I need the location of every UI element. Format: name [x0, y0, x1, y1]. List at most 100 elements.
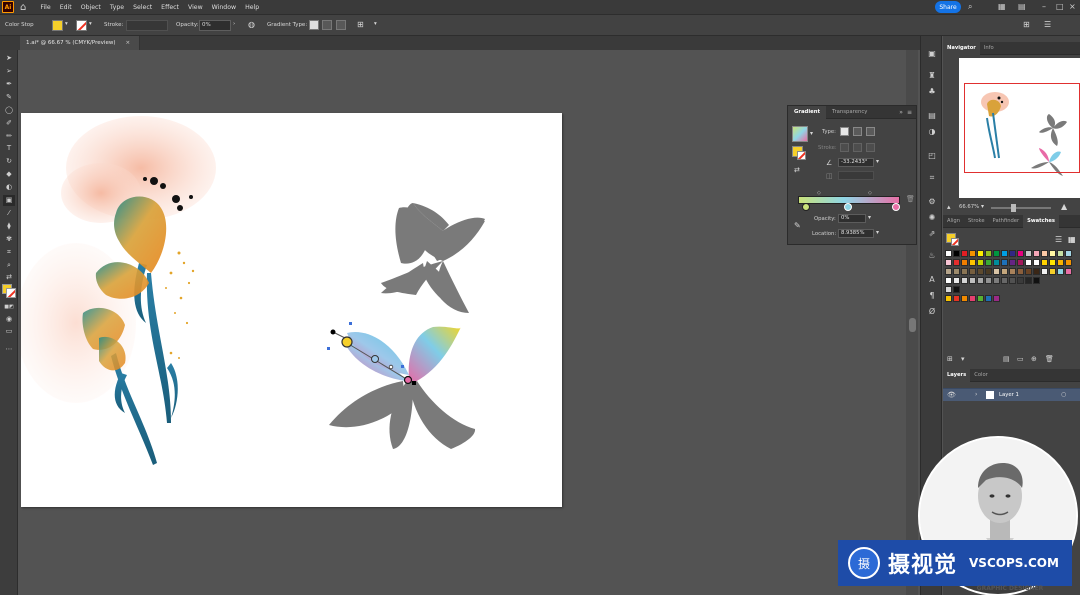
swatch-kinds-icon[interactable]: ▾	[961, 355, 965, 363]
menu-view[interactable]: View	[188, 4, 203, 11]
swatch-chip[interactable]	[993, 259, 1000, 266]
artboard[interactable]	[16, 113, 562, 507]
swatch-chip[interactable]	[977, 295, 984, 302]
layer-name[interactable]: Layer 1	[999, 392, 1019, 398]
navigator-view-rectangle[interactable]	[964, 83, 1080, 173]
visibility-eye-icon[interactable]: 👁	[947, 391, 956, 399]
swatch-chip[interactable]	[945, 286, 952, 293]
character-icon[interactable]: A	[926, 274, 938, 286]
swatch-chip[interactable]	[1001, 259, 1008, 266]
swatch-chip[interactable]	[961, 268, 968, 275]
gradient-stop-1[interactable]	[802, 203, 810, 211]
swatch-chip[interactable]	[1033, 277, 1040, 284]
vertical-scrollbar-thumb[interactable]	[909, 318, 916, 332]
tab-align[interactable]: Align	[943, 215, 964, 228]
swatch-chip[interactable]	[1017, 250, 1024, 257]
swatch-chip[interactable]	[993, 295, 1000, 302]
fill-swatch[interactable]	[52, 20, 63, 31]
gradient-end-handle[interactable]	[412, 381, 416, 385]
gradient-stop-origin[interactable]	[341, 336, 353, 348]
swatch-chip[interactable]	[1057, 259, 1064, 266]
search-icon[interactable]: ⌕	[968, 2, 972, 12]
swatch-chip[interactable]	[1001, 268, 1008, 275]
workspace-icon[interactable]: ▤	[1018, 2, 1026, 11]
reverse-gradient-icon[interactable]: ⇄	[794, 166, 800, 174]
delete-stop-icon[interactable]: 🗑	[906, 195, 915, 203]
gradient-stop-end[interactable]	[403, 375, 413, 385]
swatch-chip[interactable]	[961, 277, 968, 284]
menu-window[interactable]: Window	[212, 4, 236, 11]
swatch-chip[interactable]	[953, 286, 960, 293]
swatch-chip[interactable]	[969, 295, 976, 302]
eyedropper-icon[interactable]: ✎	[794, 221, 801, 230]
swatch-chip[interactable]	[1001, 277, 1008, 284]
fill-dropdown-icon[interactable]: ▾	[65, 21, 68, 27]
angle-field[interactable]: -33.2433°	[838, 158, 874, 167]
warp-tool-icon[interactable]: ◐	[3, 182, 15, 193]
opacity-dropdown-icon[interactable]: ▾	[868, 214, 871, 221]
menu-effect[interactable]: Effect	[161, 4, 179, 11]
draw-mode-icon[interactable]: ◉	[3, 314, 15, 325]
export-icon[interactable]: ⇗	[926, 228, 938, 240]
stroke-color-box[interactable]	[6, 288, 16, 298]
swatch-chip[interactable]	[1025, 259, 1032, 266]
swatch-chip[interactable]	[1017, 268, 1024, 275]
swatch-grid[interactable]	[945, 250, 1079, 306]
panel-menu-icon[interactable]: ≡	[907, 109, 912, 116]
swatch-chip[interactable]	[1057, 268, 1064, 275]
swatch-chip[interactable]	[969, 259, 976, 266]
linear-gradient-button[interactable]	[309, 20, 319, 30]
tab-gradient[interactable]: Gradient	[788, 105, 827, 119]
gradient-stop-2[interactable]	[844, 203, 852, 211]
arrange-documents-icon[interactable]: ▦	[998, 2, 1006, 11]
appearance-icon[interactable]: ◑	[926, 126, 938, 138]
swatch-chip[interactable]	[985, 277, 992, 284]
tab-transparency[interactable]: Transparency	[826, 106, 873, 119]
swatch-chip[interactable]	[945, 268, 952, 275]
expand-layer-icon[interactable]: ›	[975, 391, 977, 398]
swatch-chip[interactable]	[969, 277, 976, 284]
swatch-chip[interactable]	[985, 295, 992, 302]
swatch-chip[interactable]	[1025, 277, 1032, 284]
freeform-gradient-button[interactable]	[336, 20, 346, 30]
swatches-stroke-box[interactable]	[951, 238, 959, 246]
paintbrush-tool-icon[interactable]: ✐	[3, 118, 15, 129]
swatch-chip[interactable]	[985, 250, 992, 257]
eraser-tool-icon[interactable]: ◆	[3, 169, 15, 180]
stroke-swatch[interactable]	[76, 20, 87, 31]
swatch-chip[interactable]	[1041, 259, 1048, 266]
swatch-chip[interactable]	[977, 259, 984, 266]
swatch-chip[interactable]	[1041, 268, 1048, 275]
swatch-chip[interactable]	[1049, 268, 1056, 275]
swatch-chip[interactable]	[1065, 259, 1072, 266]
rotate-tool-icon[interactable]: ↻	[3, 156, 15, 167]
new-swatch-icon[interactable]: ⊕	[1031, 355, 1037, 363]
swatch-chip[interactable]	[1009, 259, 1016, 266]
swatch-chip[interactable]	[961, 250, 968, 257]
tab-navigator[interactable]: Navigator	[943, 41, 980, 55]
tab-layers[interactable]: Layers	[943, 368, 971, 382]
recolor-icon[interactable]: ◍	[248, 20, 255, 29]
symbol-sprayer-tool-icon[interactable]: ✾	[3, 234, 15, 245]
swatch-chip[interactable]	[993, 250, 1000, 257]
selection-tool-icon[interactable]: ➤	[3, 53, 15, 64]
artwork-canvas[interactable]	[16, 113, 562, 507]
blend-tool-icon[interactable]: ⧫	[3, 221, 15, 232]
swatch-chip[interactable]	[1033, 250, 1040, 257]
zoom-dropdown-icon[interactable]: ▾	[981, 203, 984, 210]
zoom-value[interactable]: 66.67%	[959, 204, 979, 210]
radial-type-button[interactable]	[853, 127, 862, 136]
ellipse-tool-icon[interactable]: ◯	[3, 105, 15, 116]
grid-view-icon[interactable]: ▦	[1068, 235, 1076, 244]
symbols-icon[interactable]: ♣	[926, 86, 938, 98]
swatch-chip[interactable]	[1049, 250, 1056, 257]
share-button[interactable]: Share	[935, 1, 961, 13]
new-color-group-icon[interactable]: ▭	[1017, 355, 1024, 363]
swatch-chip[interactable]	[1033, 259, 1040, 266]
swatch-chip[interactable]	[1049, 259, 1056, 266]
arrange-icon[interactable]: ⊞	[1023, 20, 1030, 29]
artboards-icon[interactable]: ▤	[926, 110, 938, 122]
swatch-chip[interactable]	[1041, 250, 1048, 257]
swatch-libraries-icon[interactable]: ⊞	[947, 355, 953, 363]
gradient-presets-dropdown-icon[interactable]: ▾	[810, 130, 813, 137]
